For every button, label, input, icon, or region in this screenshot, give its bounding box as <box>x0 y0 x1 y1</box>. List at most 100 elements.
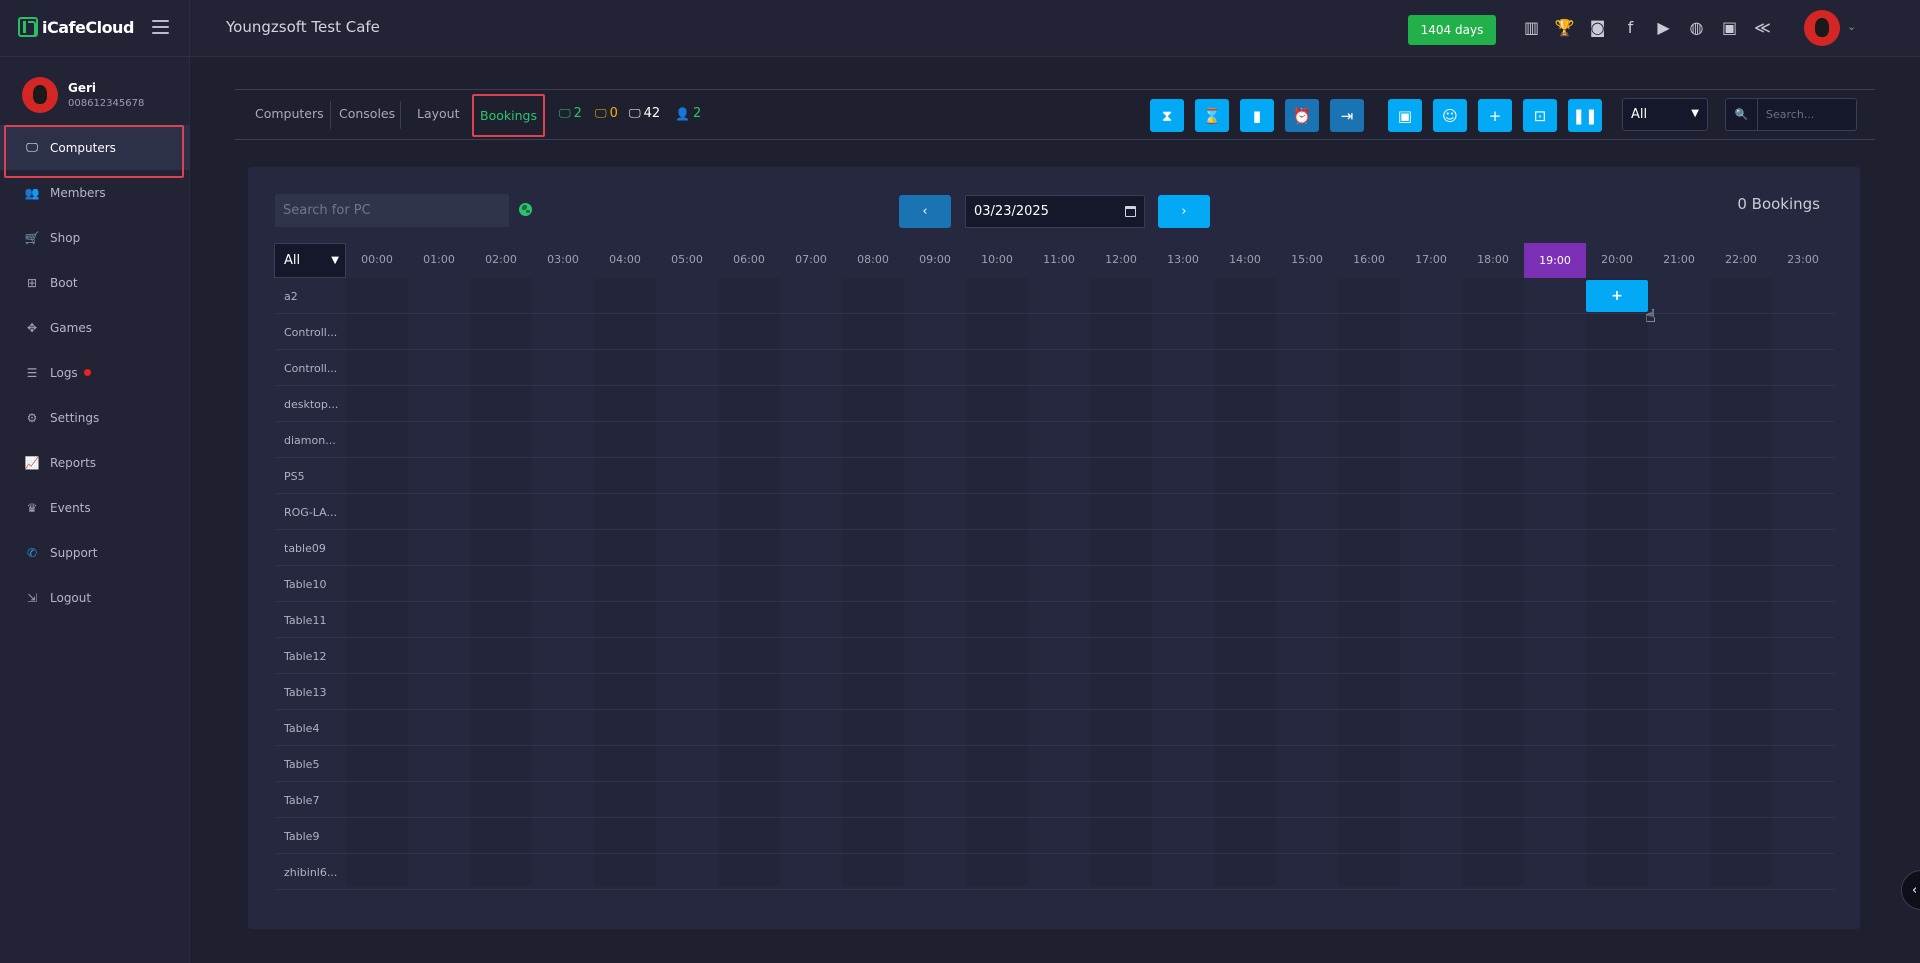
cash-icon[interactable]: ▣ <box>1388 99 1422 132</box>
table-row[interactable]: Controll... <box>274 314 1834 350</box>
divider <box>189 0 190 57</box>
pc-name: zhibinl6... <box>284 866 338 879</box>
tab-computers[interactable]: Computers <box>255 106 324 121</box>
tab-bar: Computers Consoles Layout Bookings 🖵 2 🖵… <box>235 89 1875 140</box>
table-row[interactable]: Table11 <box>274 602 1834 638</box>
group-value: All <box>284 253 301 268</box>
user-plus-icon[interactable]: + <box>1478 99 1512 132</box>
filter-select[interactable]: All ▼ <box>1622 98 1708 131</box>
ranking-icon[interactable]: ▥ <box>1520 16 1543 39</box>
next-day-button[interactable]: › <box>1158 195 1210 228</box>
table-row[interactable]: desktop... <box>274 386 1834 422</box>
chevron-down-icon: ▼ <box>331 255 339 266</box>
sidebar-item-events[interactable]: ♛ Events <box>0 485 190 530</box>
chart-icon: 📈 <box>24 455 40 470</box>
date-picker[interactable]: 03/23/2025 <box>965 195 1145 228</box>
hour-label: 04:00 <box>609 253 641 266</box>
hour-label: 03:00 <box>547 253 579 266</box>
sidebar-item-support[interactable]: ✆ Support <box>0 530 190 575</box>
table-row[interactable]: Controll... <box>274 350 1834 386</box>
tab-layout[interactable]: Layout <box>417 106 460 121</box>
sidebar-item-logout[interactable]: ⇲ Logout <box>0 575 190 620</box>
sidebar-item-logs[interactable]: ☰ Logs <box>0 350 190 395</box>
sidebar-item-computers[interactable]: 🖵 Computers <box>0 125 190 178</box>
table-row[interactable]: Table13 <box>274 674 1834 710</box>
sidebar-item-reports[interactable]: 📈 Reports <box>0 440 190 485</box>
table-row[interactable]: Table9 <box>274 818 1834 854</box>
alarm-icon[interactable]: ⏰ <box>1285 99 1319 132</box>
hourglass-icon[interactable]: ⌛ <box>1195 99 1229 132</box>
group-select[interactable]: All ▼ <box>274 243 346 278</box>
table-row[interactable]: Table5 <box>274 746 1834 782</box>
prev-day-button[interactable]: ‹ <box>899 195 951 228</box>
warning-stat: 🖵 0 <box>595 106 618 121</box>
pc-name: Table12 <box>284 650 327 663</box>
chevron-down-icon: ▼ <box>1691 108 1699 119</box>
table-row[interactable]: PS5 <box>274 458 1834 494</box>
globe-icon[interactable]: ◍ <box>1685 16 1708 39</box>
menu-toggle-icon[interactable] <box>152 20 169 34</box>
monitor-icon: 🖵 <box>595 106 607 120</box>
battery-icon[interactable]: ▮ <box>1240 99 1274 132</box>
table-row[interactable]: ROG-LA... <box>274 494 1834 530</box>
license-days-badge[interactable]: 1404 days <box>1408 15 1496 45</box>
pc-name: a2 <box>284 290 298 303</box>
table-row[interactable]: table09 <box>274 530 1834 566</box>
pause-icon[interactable]: ❚❚ <box>1568 99 1602 132</box>
app-logo[interactable]: iCafeCloud <box>18 17 134 37</box>
search-input[interactable] <box>1758 108 1854 121</box>
sidebar-item-games[interactable]: ✥ Games <box>0 305 190 350</box>
phone-icon: ✆ <box>26 545 38 560</box>
table-row[interactable]: Table10 <box>274 566 1834 602</box>
pc-name: PS5 <box>284 470 305 483</box>
warning-count: 0 <box>609 106 618 121</box>
pc-name: desktop... <box>284 398 339 411</box>
pc-name: Table10 <box>284 578 327 591</box>
table-row[interactable]: Table7 <box>274 782 1834 818</box>
sidebar-item-members[interactable]: 👥 Members <box>0 170 190 215</box>
crown-icon: ♛ <box>26 500 38 515</box>
youtube-icon[interactable]: ▶ <box>1652 16 1675 39</box>
hourglass-full-icon[interactable]: ⧗ <box>1150 99 1184 132</box>
table-row[interactable]: diamon... <box>274 422 1834 458</box>
discord-icon[interactable]: ◙ <box>1586 16 1609 39</box>
double-chevron-icon[interactable]: ≪ <box>1751 16 1774 39</box>
search-icon: 🔍 <box>1726 99 1758 130</box>
sidebar-item-label: Logs <box>50 365 78 380</box>
icafe-logo-icon <box>18 17 38 37</box>
user-avatar[interactable] <box>1804 10 1840 46</box>
tab-bookings[interactable]: Bookings <box>472 94 545 137</box>
table-row[interactable]: zhibinl6... <box>274 854 1834 890</box>
globe-icon[interactable] <box>519 203 532 216</box>
icafe-icon[interactable]: ▣ <box>1718 16 1741 39</box>
sidebar-item-boot[interactable]: ⊞ Boot <box>0 260 190 305</box>
exit-icon[interactable]: ⇥ <box>1330 99 1364 132</box>
sidebar-item-label: Support <box>50 545 98 560</box>
pointer-cursor-icon: ☝ <box>1645 306 1656 327</box>
sidebar-item-shop[interactable]: 🛒 Shop <box>0 215 190 260</box>
hour-label: 17:00 <box>1415 253 1447 266</box>
pc-name: Table11 <box>284 614 327 627</box>
tab-consoles[interactable]: Consoles <box>339 106 395 121</box>
user-check-icon[interactable]: ☺ <box>1433 99 1467 132</box>
screen-icon[interactable]: ⊡ <box>1523 99 1557 132</box>
chevron-down-icon[interactable]: ⌄ <box>1847 20 1856 33</box>
table-row[interactable]: Table4 <box>274 710 1834 746</box>
sidebar-item-settings[interactable]: ⚙ Settings <box>0 395 190 440</box>
calendar-icon[interactable] <box>1125 206 1136 217</box>
facebook-icon[interactable]: f <box>1619 16 1642 39</box>
cart-icon: 🛒 <box>24 230 40 245</box>
hour-label: 01:00 <box>423 253 455 266</box>
add-booking-button[interactable]: + <box>1586 280 1648 312</box>
trophy-icon[interactable]: 🏆 <box>1553 16 1576 39</box>
sidebar-nav: 🖵 Computers 👥 Members 🛒 Shop ⊞ Boot ✥ Games ☰ Logs ⚙… <box>0 125 190 620</box>
table-row[interactable]: Table12 <box>274 638 1834 674</box>
logout-icon: ⇲ <box>26 590 38 605</box>
collapse-toggle-icon[interactable]: ‹ <box>1901 870 1920 910</box>
pc-name: Controll... <box>284 362 338 375</box>
monitor-icon: 🖵 <box>629 106 641 120</box>
hour-label: 19:00 <box>1524 243 1586 278</box>
pc-search-input[interactable] <box>275 194 509 227</box>
sidebar-item-label: Shop <box>50 230 81 245</box>
top-search: 🔍 <box>1725 98 1857 131</box>
